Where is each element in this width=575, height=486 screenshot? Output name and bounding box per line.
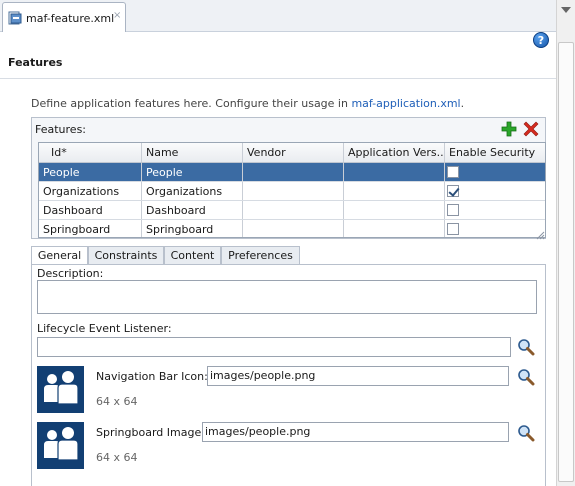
enable-security-checkbox[interactable] [447,166,459,178]
cell-app-version[interactable] [344,163,445,181]
table-row[interactable]: People People [39,163,545,182]
table-header: Id* Name Vendor Application Vers... Enab… [39,143,545,163]
cell-vendor[interactable] [243,182,344,200]
tab-general[interactable]: General [31,246,88,266]
nav-icon-input[interactable]: images/people.png [207,366,509,386]
scroll-thumb[interactable] [558,42,574,482]
search-icon[interactable] [517,368,535,386]
lifecycle-listener-label: Lifecycle Event Listener: [37,322,172,335]
springboard-image-dimensions: 64 x 64 [96,451,138,464]
nav-icon-dimensions: 64 x 64 [96,395,138,408]
features-panel: Features: Id* Name Vendor Application Ve… [31,117,546,240]
description-field[interactable] [37,280,537,314]
title-divider [0,78,556,79]
cell-vendor[interactable] [243,201,344,219]
enable-security-checkbox[interactable] [447,223,459,235]
resize-grip-icon[interactable] [535,230,545,240]
file-xml-icon [8,11,22,25]
cell-name[interactable]: Dashboard [142,201,243,219]
close-icon[interactable]: × [113,11,121,21]
cell-name[interactable]: Organizations [142,182,243,200]
table-row[interactable]: Dashboard Dashboard [39,201,545,220]
vertical-scrollbar[interactable] [556,0,575,486]
delete-icon[interactable] [523,121,539,137]
cell-app-version[interactable] [344,201,445,219]
intro-text: Define application features here. Config… [31,97,464,110]
tab-constraints[interactable]: Constraints [88,246,164,265]
cell-enable-security [445,220,545,237]
column-header-app-version[interactable]: Application Vers... [344,143,445,162]
editor-tab-label: maf-feature.xml [26,12,115,25]
maf-application-link[interactable]: maf-application.xml [351,97,460,110]
cell-app-version[interactable] [344,220,445,237]
cell-name[interactable]: Springboard [142,220,243,237]
cell-id[interactable]: People [39,163,142,181]
lifecycle-listener-input[interactable] [37,337,511,357]
intro-text-suffix: . [460,97,465,110]
cell-name[interactable]: People [142,163,243,181]
cell-enable-security [445,163,545,181]
cell-vendor[interactable] [243,163,344,181]
editor-tab-maf-feature[interactable]: maf-feature.xml × [2,2,126,32]
cell-enable-security [445,182,545,200]
cell-app-version[interactable] [344,182,445,200]
intro-text-prefix: Define application features here. Config… [31,97,352,110]
table-row[interactable]: Organizations Organizations [39,182,545,201]
add-icon[interactable] [501,121,517,137]
cell-vendor[interactable] [243,220,344,237]
enable-security-checkbox[interactable] [447,185,459,197]
tab-preferences[interactable]: Preferences [221,246,300,265]
scroll-up-arrow-icon[interactable] [557,0,575,20]
enable-security-checkbox[interactable] [447,204,459,216]
cell-id[interactable]: Springboard [39,220,142,237]
people-icon [37,422,84,469]
springboard-image-input[interactable]: images/people.png [202,422,509,442]
cell-enable-security [445,201,545,219]
search-icon[interactable] [517,338,535,356]
column-header-vendor[interactable]: Vendor [243,143,344,162]
description-label: Description: [37,267,104,280]
help-icon[interactable]: ? [533,32,549,48]
search-icon[interactable] [517,424,535,442]
page-title: Features [8,56,63,69]
table-row[interactable]: Springboard Springboard [39,220,545,237]
column-header-id[interactable]: Id* [39,143,142,162]
editor-tab-bar: maf-feature.xml × [0,0,575,32]
features-table: Id* Name Vendor Application Vers... Enab… [38,142,546,238]
tab-content[interactable]: Content [164,246,221,265]
nav-icon-label: Navigation Bar Icon: [96,370,208,383]
cell-id[interactable]: Dashboard [39,201,142,219]
people-icon [37,366,84,413]
cell-id[interactable]: Organizations [39,182,142,200]
column-header-name[interactable]: Name [142,143,243,162]
features-label: Features: [35,123,87,136]
column-header-enable-security[interactable]: Enable Security [445,143,545,162]
springboard-image-label: Springboard Image: [96,426,205,439]
